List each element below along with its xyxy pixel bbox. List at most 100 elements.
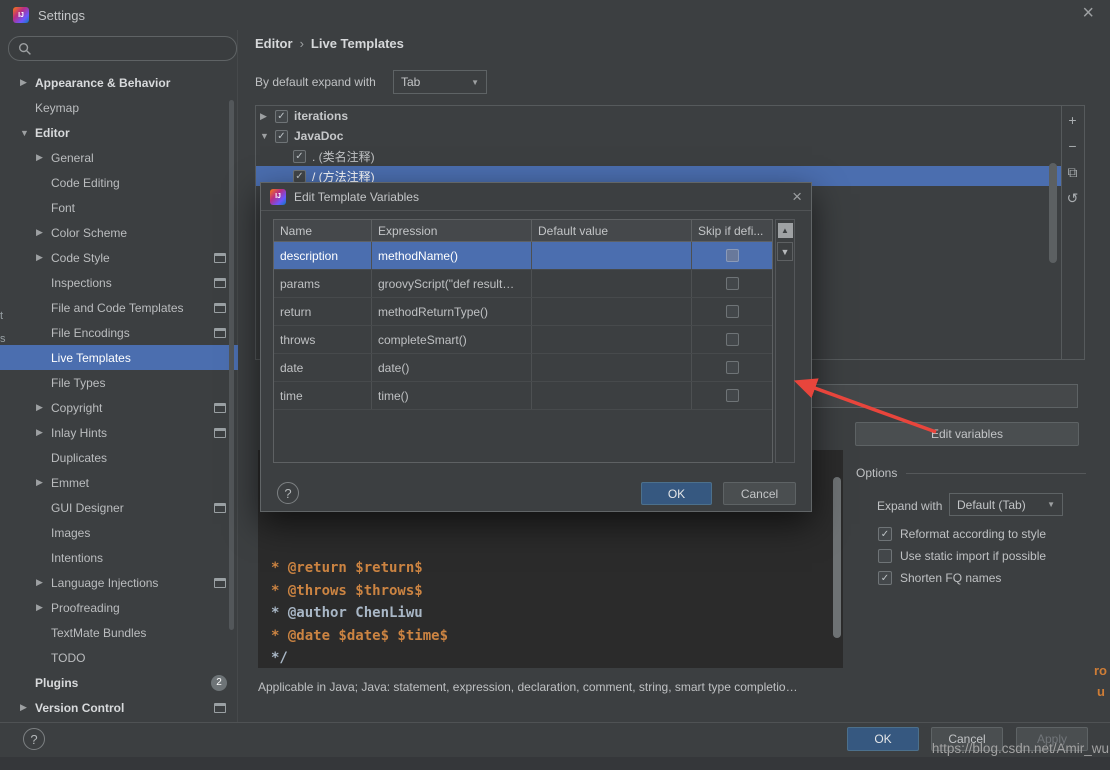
chevron-icon[interactable]	[20, 77, 35, 88]
chevron-down-icon[interactable]: ▼	[777, 242, 793, 261]
chevron-icon[interactable]	[36, 227, 51, 238]
option-row[interactable]: Reformat according to style	[878, 523, 1046, 545]
sidebar-item[interactable]: TextMate Bundles	[0, 620, 238, 645]
sidebar-item[interactable]: Intentions	[0, 545, 238, 570]
template-row[interactable]: iterations	[256, 106, 1061, 126]
chevron-icon[interactable]	[260, 131, 275, 141]
template-list-scrollbar[interactable]	[1049, 163, 1057, 263]
sidebar-item[interactable]: Font	[0, 195, 238, 220]
sidebar-item[interactable]: Proofreading	[0, 595, 238, 620]
sidebar-item[interactable]: Editor	[0, 120, 238, 145]
sidebar-item[interactable]: Inspections	[0, 270, 238, 295]
sidebar-item[interactable]: Copyright	[0, 395, 238, 420]
template-checkbox[interactable]	[293, 170, 306, 183]
chevron-icon[interactable]	[20, 702, 35, 713]
add-icon[interactable]: +	[1064, 111, 1082, 129]
skip-checkbox[interactable]	[726, 277, 739, 290]
chevron-icon[interactable]	[36, 252, 51, 263]
sidebar-item[interactable]: General	[0, 145, 238, 170]
sidebar-scrollbar[interactable]	[229, 100, 234, 630]
scroll-up-icon[interactable]: ▲	[778, 223, 793, 238]
sidebar-item[interactable]: Duplicates	[0, 445, 238, 470]
variable-row[interactable]: time time()	[274, 382, 772, 410]
restore-defaults-icon[interactable]: ↺	[1064, 189, 1082, 207]
sidebar-item[interactable]: Color Scheme	[0, 220, 238, 245]
skip-checkbox[interactable]	[726, 249, 739, 262]
expand-default-dropdown[interactable]: Tab ▼	[393, 70, 487, 94]
edit-variables-button[interactable]: Edit variables	[855, 422, 1079, 446]
template-row[interactable]: . (类名注释)	[256, 146, 1061, 166]
sidebar-item-label: Images	[51, 526, 90, 540]
sidebar-item[interactable]: File Types	[0, 370, 238, 395]
window-close-icon[interactable]: ×	[1082, 2, 1094, 25]
variable-name-cell: date	[274, 354, 372, 381]
sidebar-item[interactable]: Plugins 2	[0, 670, 238, 695]
variable-row[interactable]: params groovyScript("def result…	[274, 270, 772, 298]
template-text-line: * @author ChenLiwu	[271, 602, 448, 625]
skip-checkbox[interactable]	[726, 305, 739, 318]
sidebar-item[interactable]: Code Style	[0, 245, 238, 270]
option-checkbox[interactable]	[878, 527, 892, 541]
breadcrumb-editor[interactable]: Editor	[255, 36, 293, 51]
sidebar-item[interactable]: Language Injections	[0, 570, 238, 595]
template-list: iterations JavaDoc . (类名注释) / (方法注释)	[256, 106, 1061, 186]
variable-row[interactable]: date date()	[274, 354, 772, 382]
sidebar-item-label: Color Scheme	[51, 226, 127, 240]
duplicate-icon[interactable]: ⧉	[1064, 163, 1082, 181]
sidebar-item[interactable]: Emmet	[0, 470, 238, 495]
remove-icon[interactable]: −	[1064, 137, 1082, 155]
sidebar-item[interactable]: Images	[0, 520, 238, 545]
chevron-icon[interactable]	[36, 427, 51, 438]
chevron-icon[interactable]	[36, 602, 51, 613]
variable-name-cell: time	[274, 382, 372, 409]
dialog-help-button[interactable]: ?	[277, 482, 299, 504]
sidebar-item[interactable]: Code Editing	[0, 170, 238, 195]
variable-row[interactable]: description methodName()	[274, 242, 772, 270]
skip-checkbox[interactable]	[726, 333, 739, 346]
search-input[interactable]	[8, 36, 237, 61]
sidebar-item[interactable]: Appearance & Behavior	[0, 70, 238, 95]
sidebar-item[interactable]: File and Code Templates	[0, 295, 238, 320]
template-row[interactable]: JavaDoc	[256, 126, 1061, 146]
sidebar-item[interactable]: Version Control	[0, 695, 238, 720]
expand-with-dropdown[interactable]: Default (Tab) ▼	[949, 493, 1063, 516]
project-settings-icon	[214, 303, 226, 313]
sidebar-item[interactable]: GUI Designer	[0, 495, 238, 520]
sidebar-item-label: File and Code Templates	[51, 301, 184, 315]
chevron-icon[interactable]	[36, 402, 51, 413]
variable-row[interactable]: throws completeSmart()	[274, 326, 772, 354]
project-settings-icon	[214, 328, 226, 338]
sidebar-item-label: File Encodings	[51, 326, 130, 340]
dialog-close-icon[interactable]: ×	[792, 187, 802, 207]
option-checkbox[interactable]	[878, 549, 892, 563]
option-row[interactable]: Use static import if possible	[878, 545, 1046, 567]
sidebar-item[interactable]: Inlay Hints	[0, 420, 238, 445]
template-checkbox[interactable]	[293, 150, 306, 163]
dialog-cancel-button[interactable]: Cancel	[723, 482, 796, 505]
sidebar-item[interactable]: Live Templates	[0, 345, 238, 370]
chevron-icon[interactable]	[36, 577, 51, 588]
chevron-icon[interactable]	[20, 128, 35, 138]
option-row[interactable]: Shorten FQ names	[878, 567, 1046, 589]
sidebar-item-label: Live Templates	[51, 351, 131, 365]
skip-checkbox[interactable]	[726, 389, 739, 402]
chevron-icon[interactable]	[260, 111, 275, 122]
variable-row[interactable]: return methodReturnType()	[274, 298, 772, 326]
template-text-line: * @throws $throws$	[271, 580, 448, 603]
template-checkbox[interactable]	[275, 130, 288, 143]
dialog-ok-button[interactable]: OK	[641, 482, 712, 505]
sidebar-item[interactable]: TODO	[0, 645, 238, 670]
ok-button[interactable]: OK	[847, 727, 919, 751]
template-checkbox[interactable]	[275, 110, 288, 123]
variable-skip-cell	[692, 242, 772, 269]
sidebar-item-label: Duplicates	[51, 451, 107, 465]
option-checkbox[interactable]	[878, 571, 892, 585]
editor-scrollbar[interactable]	[833, 477, 841, 638]
options-title: Options	[856, 466, 897, 480]
chevron-icon[interactable]	[36, 152, 51, 163]
sidebar-item[interactable]: File Encodings	[0, 320, 238, 345]
sidebar-item[interactable]: Keymap	[0, 95, 238, 120]
chevron-icon[interactable]	[36, 477, 51, 488]
skip-checkbox[interactable]	[726, 361, 739, 374]
help-button[interactable]: ?	[23, 728, 45, 750]
